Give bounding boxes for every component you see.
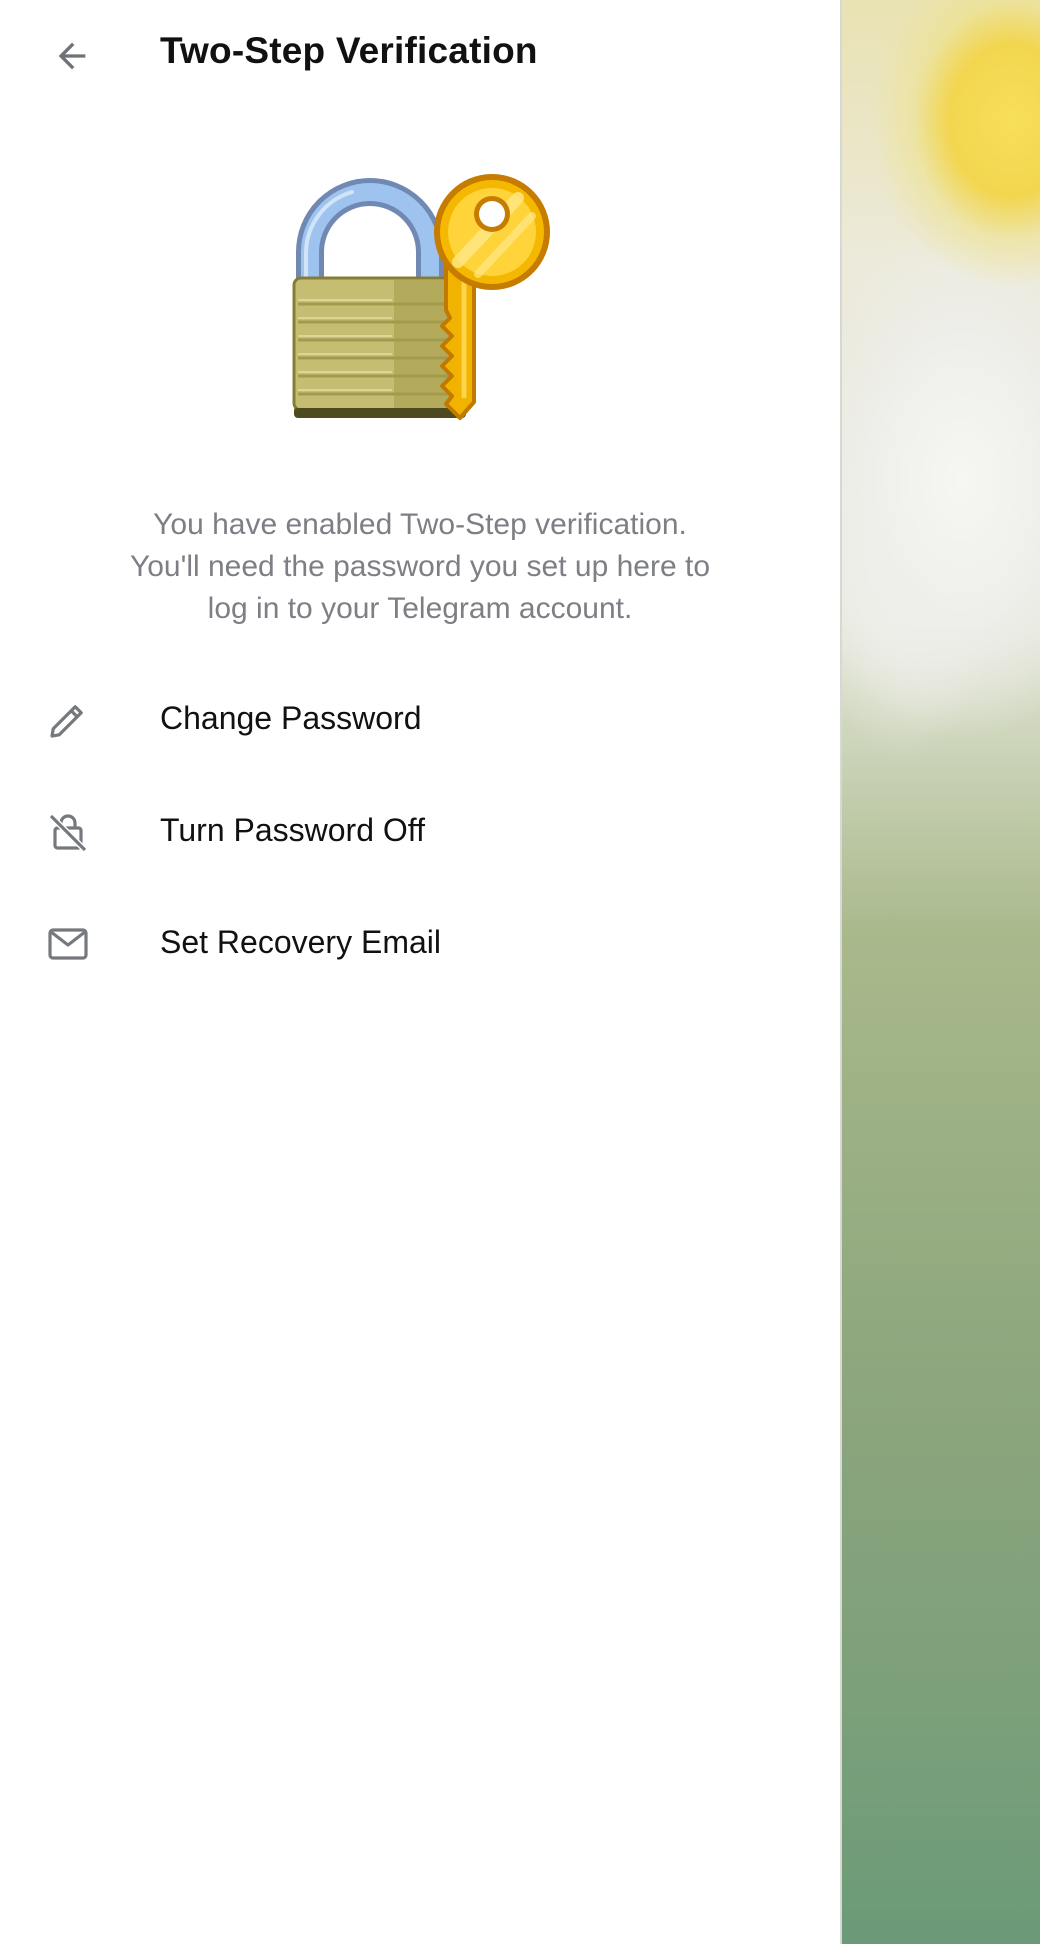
turn-password-off-item[interactable]: Turn Password Off bbox=[0, 776, 840, 888]
description-line: You have enabled Two-Step verification. bbox=[153, 508, 687, 541]
description-line: log in to your Telegram account. bbox=[207, 592, 633, 625]
two-step-description: You have enabled Two-Step verification. … bbox=[60, 504, 780, 630]
change-password-item[interactable]: Change Password bbox=[0, 664, 840, 776]
change-password-label: Change Password bbox=[160, 700, 422, 736]
pencil-icon bbox=[50, 705, 83, 738]
background-wallpaper bbox=[842, 0, 1040, 1944]
screen: Two-Step Verification You have enabled T… bbox=[0, 0, 1040, 1944]
set-recovery-email-item[interactable]: Set Recovery Email bbox=[0, 888, 840, 1000]
lock-and-key-icon bbox=[282, 170, 562, 440]
page-title: Two-Step Verification bbox=[160, 30, 538, 71]
turn-password-off-label: Turn Password Off bbox=[160, 812, 425, 848]
set-recovery-email-label: Set Recovery Email bbox=[160, 924, 441, 960]
back-button[interactable] bbox=[32, 16, 112, 96]
description-line: You'll need the password you set up here… bbox=[129, 550, 711, 583]
top-app-bar: Two-Step Verification bbox=[0, 0, 840, 112]
arrow-left-icon bbox=[58, 42, 86, 70]
envelope-icon bbox=[48, 928, 88, 960]
settings-panel: Two-Step Verification You have enabled T… bbox=[0, 0, 840, 1944]
lock-off-icon bbox=[48, 813, 88, 853]
